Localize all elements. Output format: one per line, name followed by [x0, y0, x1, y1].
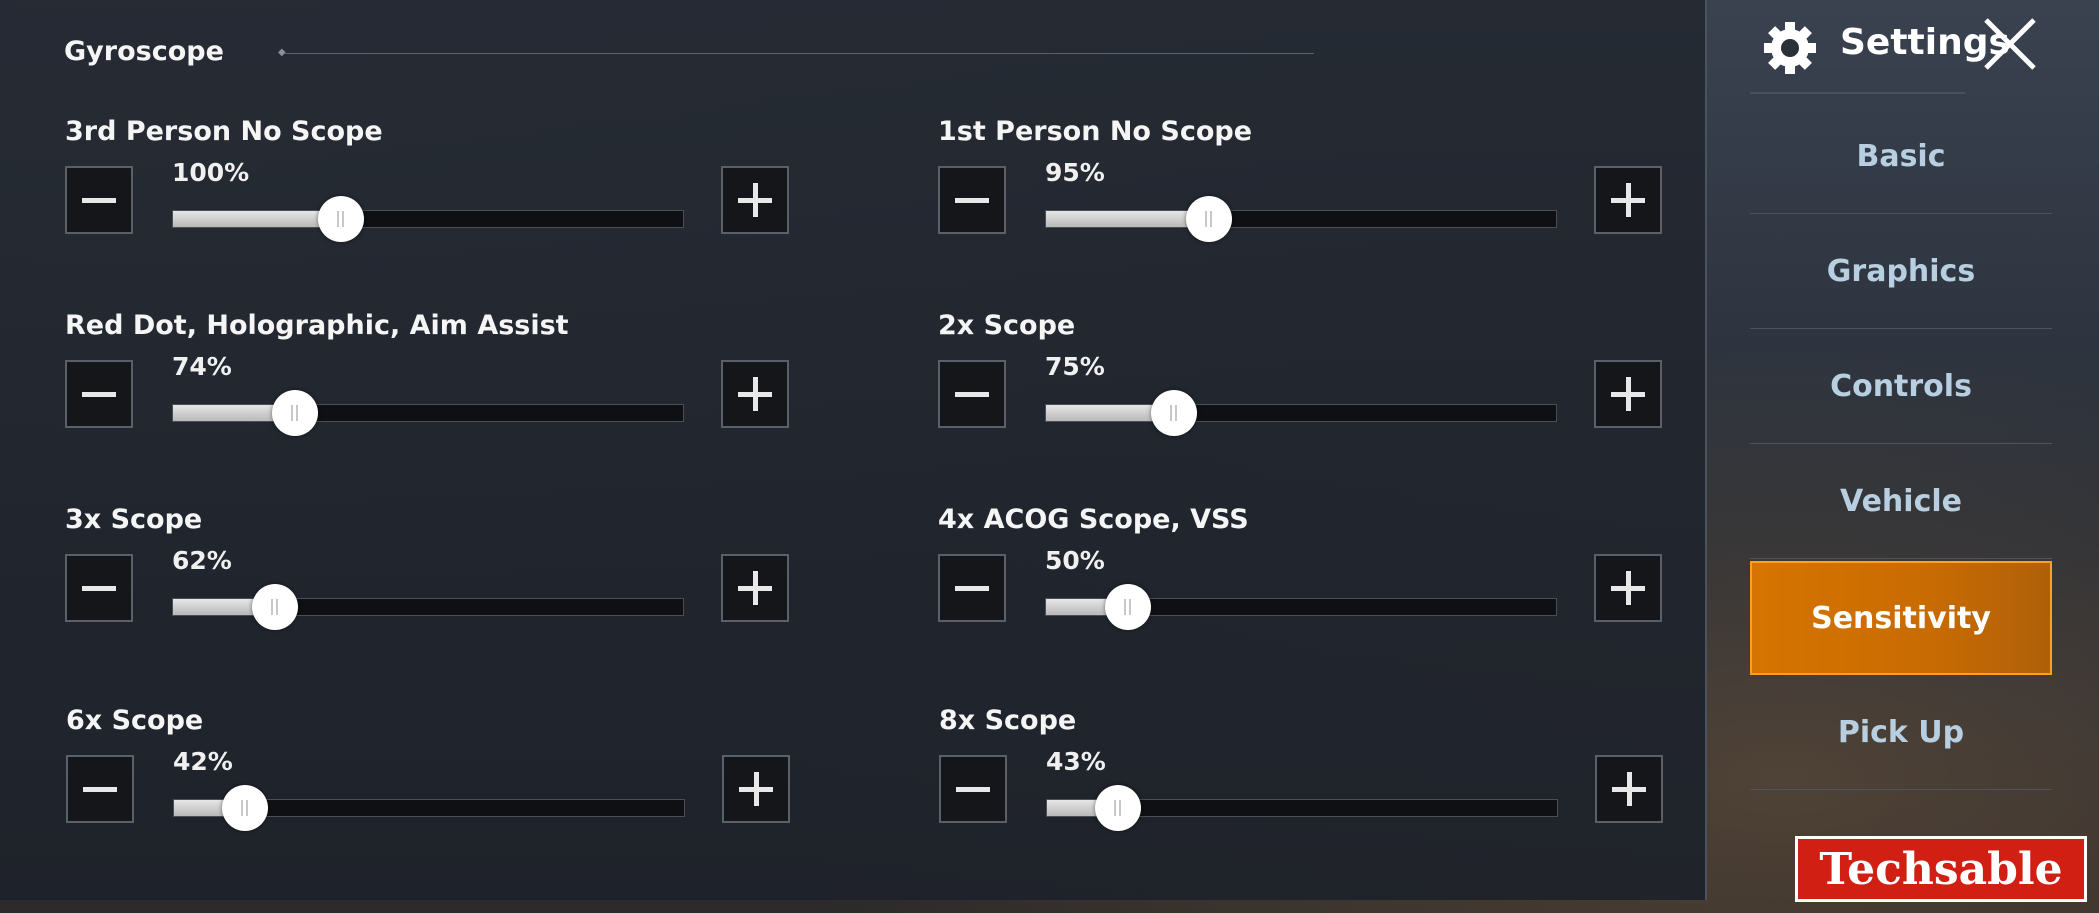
setting-3rd-person-no-scope: 3rd Person No Scope 100% — [65, 116, 865, 276]
decrease-button[interactable] — [65, 360, 133, 428]
tab-controls[interactable]: Controls — [1750, 330, 2052, 444]
setting-label: 3x Scope — [65, 504, 203, 535]
sensitivity-slider[interactable] — [1045, 390, 1557, 436]
setting-value: 62% — [172, 546, 232, 575]
setting-label: 3rd Person No Scope — [65, 116, 383, 147]
setting-3x-scope: 3x Scope 62% — [65, 504, 865, 664]
slider-thumb[interactable] — [1186, 196, 1233, 242]
minus-icon — [955, 586, 989, 591]
decrease-button[interactable] — [938, 360, 1006, 428]
minus-icon — [955, 198, 989, 203]
setting-6x-scope: 6x Scope 42% — [66, 705, 866, 865]
decrease-button[interactable] — [65, 554, 133, 622]
increase-button[interactable] — [1594, 554, 1662, 622]
section-header: Gyroscope ◆ — [64, 36, 1314, 72]
sensitivity-slider[interactable] — [1045, 196, 1557, 242]
slider-fill — [1046, 211, 1210, 227]
setting-red-dot: Red Dot, Holographic, Aim Assist 74% — [65, 310, 865, 470]
slider-thumb[interactable] — [252, 584, 298, 630]
setting-value: 75% — [1045, 352, 1105, 381]
setting-label: 1st Person No Scope — [938, 116, 1253, 147]
minus-icon — [956, 787, 990, 792]
minus-icon — [83, 787, 117, 792]
increase-button[interactable] — [1594, 360, 1662, 428]
setting-label: Red Dot, Holographic, Aim Assist — [65, 310, 569, 341]
sensitivity-slider[interactable] — [172, 584, 684, 630]
minus-icon — [955, 392, 989, 397]
tab-vehicle[interactable]: Vehicle — [1750, 445, 2052, 559]
slider-thumb[interactable] — [222, 785, 269, 831]
setting-label: 6x Scope — [66, 705, 204, 736]
close-icon[interactable] — [1980, 14, 2040, 74]
decrease-button[interactable] — [65, 166, 133, 234]
sensitivity-slider[interactable] — [1045, 584, 1557, 630]
minus-icon — [82, 392, 116, 397]
tab-pick-up[interactable]: Pick Up — [1750, 676, 2052, 790]
decrease-button[interactable] — [939, 755, 1007, 823]
settings-sidebar: Settings Basic Graphics Controls Vehicle… — [1750, 0, 2055, 913]
slider-thumb[interactable] — [1150, 390, 1197, 436]
tab-basic[interactable]: Basic — [1750, 100, 2052, 214]
setting-value: 95% — [1045, 158, 1105, 187]
section-title: Gyroscope — [64, 36, 224, 67]
setting-8x-scope: 8x Scope 43% — [939, 705, 1739, 865]
increase-button[interactable] — [1595, 755, 1663, 823]
setting-value: 50% — [1045, 546, 1105, 575]
section-divider — [284, 53, 1314, 54]
slider-thumb[interactable] — [272, 390, 319, 436]
slider-thumb[interactable] — [318, 196, 365, 242]
increase-button[interactable] — [722, 755, 790, 823]
slider-thumb[interactable] — [1104, 584, 1151, 630]
sensitivity-slider[interactable] — [172, 196, 684, 242]
setting-value: 100% — [172, 158, 250, 187]
setting-label: 2x Scope — [938, 310, 1076, 341]
minus-icon — [82, 198, 116, 203]
setting-value: 43% — [1046, 747, 1106, 776]
decrease-button[interactable] — [66, 755, 134, 823]
increase-button[interactable] — [721, 360, 789, 428]
sensitivity-slider[interactable] — [1046, 785, 1558, 831]
slider-thumb[interactable] — [1095, 785, 1142, 831]
gear-icon — [1764, 22, 1816, 74]
increase-button[interactable] — [1594, 166, 1662, 234]
decrease-button[interactable] — [938, 166, 1006, 234]
setting-4x-acog-scope: 4x ACOG Scope, VSS 50% — [938, 504, 1738, 664]
minus-icon — [82, 586, 116, 591]
sensitivity-slider[interactable] — [172, 390, 684, 436]
setting-label: 8x Scope — [939, 705, 1077, 736]
sensitivity-slider[interactable] — [173, 785, 685, 831]
setting-2x-scope: 2x Scope 75% — [938, 310, 1738, 470]
setting-value: 42% — [173, 747, 233, 776]
setting-1st-person-no-scope: 1st Person No Scope 95% — [938, 116, 1738, 276]
tab-sensitivity[interactable]: Sensitivity — [1750, 561, 2052, 675]
sensitivity-panel: Gyroscope ◆ 3rd Person No Scope 100% 1st… — [0, 0, 1707, 900]
setting-label: 4x ACOG Scope, VSS — [938, 504, 1249, 535]
watermark-logo: Techsable — [1795, 836, 2087, 902]
slider-fill — [173, 211, 342, 227]
tab-graphics[interactable]: Graphics — [1750, 215, 2052, 329]
sidebar-header: Settings — [1750, 0, 2010, 94]
increase-button[interactable] — [721, 554, 789, 622]
increase-button[interactable] — [721, 166, 789, 234]
decrease-button[interactable] — [938, 554, 1006, 622]
setting-value: 74% — [172, 352, 232, 381]
